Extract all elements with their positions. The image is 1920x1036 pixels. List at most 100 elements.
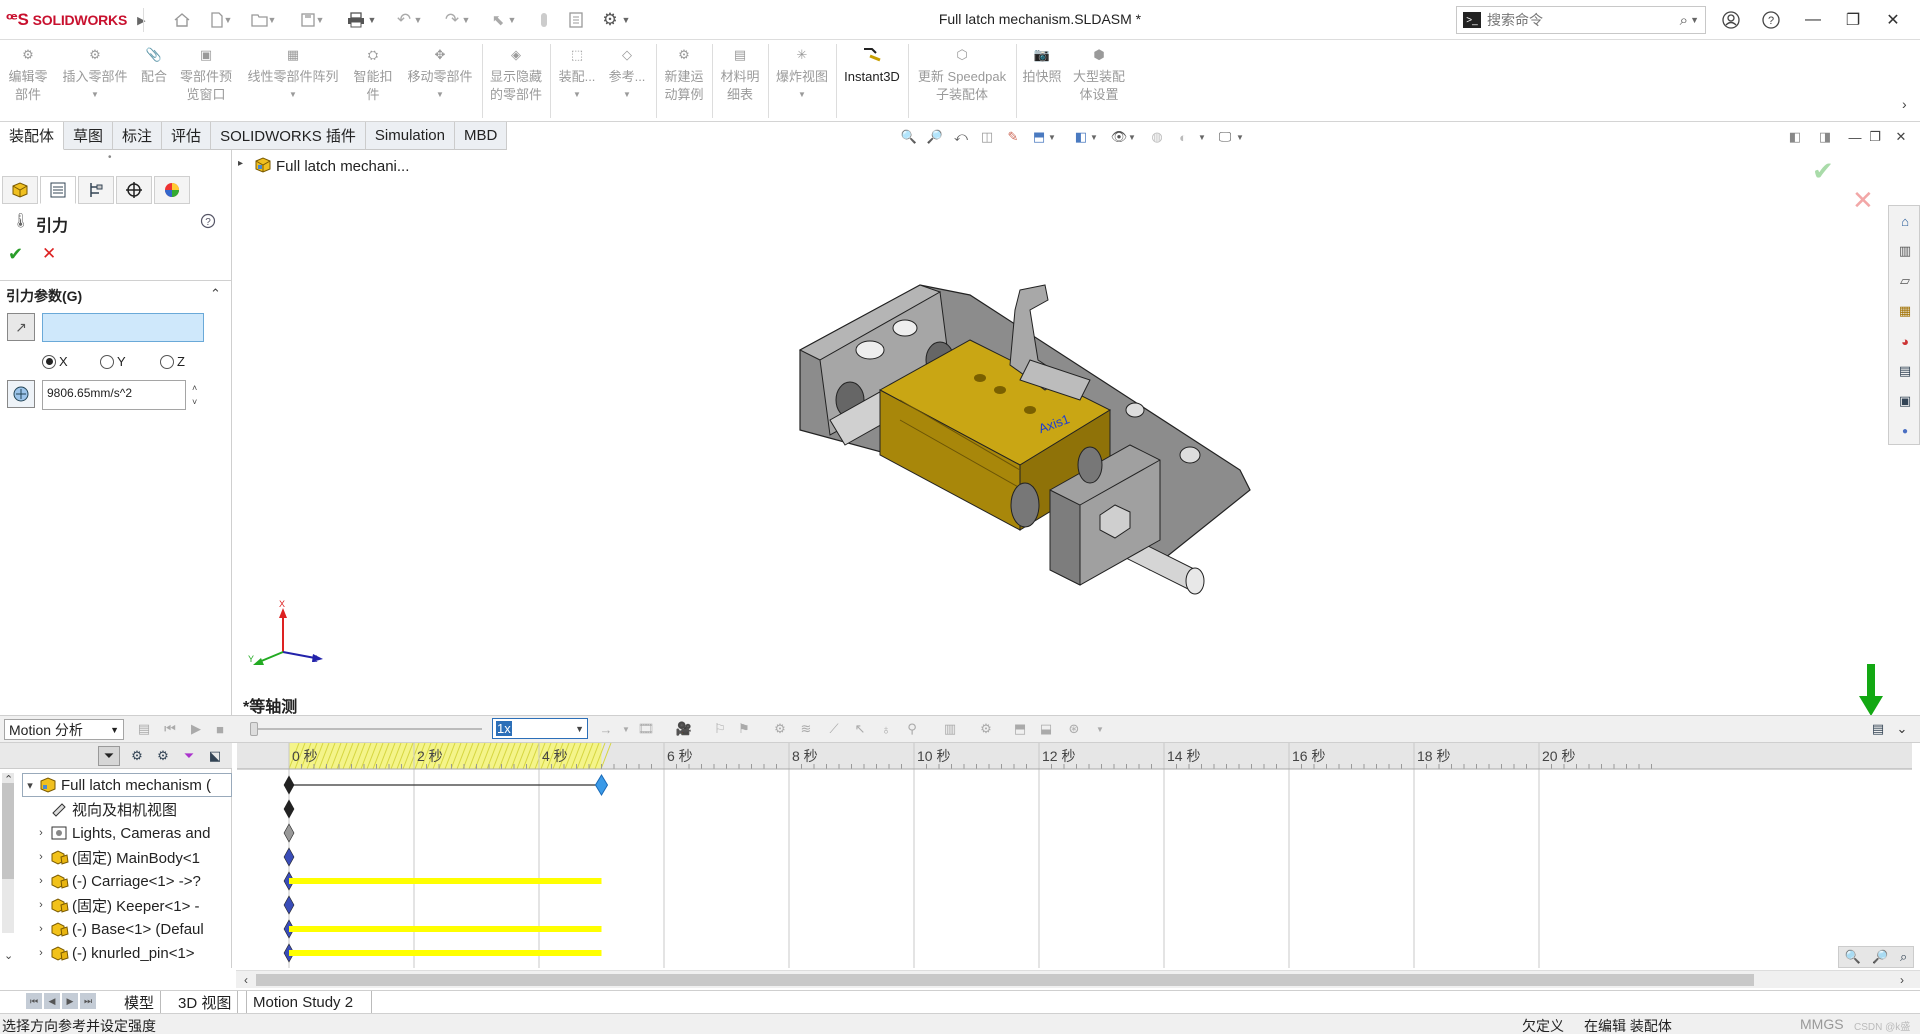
minimize-icon[interactable]: — — [1800, 8, 1826, 32]
section-view-icon[interactable]: ◫ — [976, 127, 998, 147]
view-settings-icon[interactable]: 🖵 — [1214, 127, 1236, 147]
home-icon[interactable] — [170, 8, 194, 32]
status-units[interactable]: MMGS — [1800, 1016, 1844, 1032]
file-explorer-icon[interactable]: ▱ — [1894, 270, 1916, 292]
tab-simulation[interactable]: Simulation — [366, 122, 455, 150]
scroll-left-icon[interactable]: ‹ — [244, 973, 248, 987]
ribbon-large-assembly[interactable]: ⬢大型装配体设置 — [1068, 44, 1130, 104]
spring-icon[interactable]: ≋ — [796, 720, 816, 738]
motion-timeline[interactable]: 0 秒2 秒4 秒6 秒8 秒10 秒12 秒14 秒16 秒18 秒20 秒 — [237, 743, 1912, 968]
next-tab-icon[interactable]: ▶ — [62, 993, 78, 1009]
help-icon[interactable]: ? — [200, 213, 216, 229]
tab-solidworks-addins[interactable]: SOLIDWORKS 插件 — [211, 122, 366, 150]
chevron-down-icon[interactable]: ▼ — [616, 720, 636, 738]
filter-driving-icon[interactable]: ⚙ — [126, 746, 148, 766]
ribbon-update-speedpak[interactable]: ⬡更新 Speedpak子装配体 — [912, 44, 1012, 104]
motion-panel-options-icon[interactable]: ▤ — [1868, 720, 1888, 738]
rebuild-icon[interactable] — [532, 8, 556, 32]
motion-tree-item[interactable]: ›(-) Base<1> (Defaul — [22, 917, 232, 941]
tab-assembly[interactable]: 装配体 — [0, 122, 64, 150]
damper-icon[interactable]: ⟋ — [824, 720, 844, 738]
viewport-tile-left-icon[interactable]: ◧ — [1784, 127, 1806, 147]
viewport-restore-icon[interactable]: ❐ — [1864, 127, 1886, 147]
motion-study-properties-icon[interactable]: ⚙ — [976, 720, 996, 738]
scroll-right-icon[interactable]: › — [1900, 973, 1904, 987]
calculate-icon[interactable]: ▤ — [134, 720, 154, 738]
task-pane-dot-icon[interactable]: ● — [1894, 420, 1916, 442]
autofit-icon[interactable]: ⬕ — [204, 746, 226, 766]
contact-icon[interactable]: ♁ — [876, 720, 896, 738]
file-properties-icon[interactable] — [564, 8, 588, 32]
motion-tree-item[interactable]: ›(固定) MainBody<1 — [22, 845, 232, 869]
options-gear-icon[interactable]: ⚙ — [598, 8, 622, 32]
scrollbar-thumb[interactable] — [256, 974, 1754, 986]
tab-evaluate[interactable]: 评估 — [162, 122, 211, 150]
print-icon[interactable] — [344, 8, 368, 32]
zoom-to-area-icon[interactable]: 🔎 — [924, 127, 946, 147]
radio-z[interactable]: Z — [160, 354, 185, 369]
view-palette-icon[interactable]: ▦ — [1894, 300, 1916, 322]
zoom-to-fit-icon[interactable]: 🔍 — [898, 127, 920, 147]
playback-speed-select[interactable]: 1x▼ — [492, 718, 588, 739]
force-icon[interactable]: ↖ — [850, 720, 870, 738]
ribbon-exploded-view[interactable]: ✳爆炸视图▼ — [772, 44, 832, 104]
filter-animated-icon[interactable]: ⏷ — [98, 746, 120, 766]
motion-tree-item[interactable]: ›Lights, Cameras and — [22, 821, 232, 845]
radio-x[interactable]: X — [42, 354, 68, 369]
spin-stepper-icon[interactable]: ˄˅ — [192, 381, 197, 409]
ribbon-insert-component[interactable]: ⚙插入零部件▼ — [58, 44, 132, 104]
chevron-down-icon[interactable]: ▼ — [620, 8, 632, 32]
ribbon-take-snapshot[interactable]: 📷拍快照 — [1020, 44, 1064, 86]
motion-tree-item[interactable]: ›(-) Carriage<1> ->? — [22, 869, 232, 893]
chevron-down-icon[interactable]: ▼ — [1090, 720, 1110, 738]
solidworks-forum-icon[interactable]: ▣ — [1894, 390, 1916, 412]
tree-expander-icon[interactable]: ▾ — [23, 779, 37, 792]
tab-mbd[interactable]: MBD — [455, 122, 507, 150]
tab-3d-views[interactable]: 3D 视图 — [172, 991, 238, 1013]
scroll-up-icon[interactable]: ⌃ — [4, 773, 13, 786]
ribbon-edit-component[interactable]: ⚙编辑零部件 — [6, 44, 50, 104]
timeline-keyframe[interactable] — [284, 776, 294, 794]
stop-icon[interactable]: ■ — [210, 720, 230, 738]
tree-expander-icon[interactable]: › — [34, 875, 48, 887]
ribbon-component-preview[interactable]: ▣零部件预览窗口 — [176, 44, 236, 104]
collapse-section-icon[interactable]: ⌃ — [210, 286, 221, 302]
chevron-down-icon[interactable]: ▼ — [1196, 127, 1208, 147]
prev-tab-icon[interactable]: ◀ — [44, 993, 60, 1009]
ribbon-smart-fasteners[interactable]: ⛭智能扣件 — [350, 44, 396, 104]
user-account-icon[interactable] — [1718, 8, 1744, 32]
search-icon[interactable]: ⌕ — [1680, 12, 1688, 29]
zoom-in-timeline-icon[interactable]: 🔎 — [1872, 949, 1888, 965]
tree-expander-icon[interactable]: › — [34, 899, 48, 911]
ribbon-assembly-features[interactable]: ⬚装配...▼ — [554, 44, 600, 104]
collapse-motion-manager-icon[interactable]: ⬒ — [1010, 720, 1030, 738]
chevron-down-icon[interactable]: ▼ — [412, 8, 424, 32]
tab-display-manager[interactable] — [154, 176, 190, 204]
chevron-down-icon[interactable]: ▼ — [314, 8, 326, 32]
chevron-down-icon[interactable]: ▼ — [506, 8, 518, 32]
motor-icon[interactable]: ⚙ — [770, 720, 790, 738]
ribbon-linear-pattern[interactable]: ▦线性零部件阵列▼ — [242, 44, 344, 104]
solidworks-resources-icon[interactable]: ⌂ — [1894, 210, 1916, 232]
gravity-value-input[interactable]: 9806.65mm/s^2 — [42, 380, 186, 410]
viewport-tile-right-icon[interactable]: ◨ — [1814, 127, 1836, 147]
scroll-down-icon[interactable]: ⌄ — [4, 949, 13, 962]
panel-grip-icon[interactable]: • — [108, 152, 112, 163]
copy-key-icon[interactable]: ⬓ — [1036, 720, 1056, 738]
chevron-down-icon[interactable]: ▼ — [1046, 127, 1058, 147]
search-box[interactable]: >_ ⌕ ▼ — [1456, 6, 1706, 34]
ribbon-reference-geometry[interactable]: ◇参考...▼ — [604, 44, 650, 104]
play-from-start-icon[interactable]: ⏮ — [160, 720, 180, 738]
tree-scrollbar[interactable] — [2, 773, 14, 933]
viewport-close-icon[interactable]: ✕ — [1890, 127, 1912, 147]
tab-configuration-manager[interactable] — [78, 176, 114, 204]
tree-expander-icon[interactable]: › — [34, 923, 48, 935]
confirm-corner-check-icon[interactable]: ✔ — [1812, 156, 1834, 187]
add-key-icon[interactable]: ⚑ — [734, 720, 754, 738]
tab-sketch[interactable]: 草图 — [64, 122, 113, 150]
interpolation-mode-icon[interactable]: ⊛ — [1064, 720, 1084, 738]
motion-tree-item[interactable]: ›(固定) Keeper<1> - — [22, 893, 232, 917]
results-plots-icon[interactable]: ▥ — [940, 720, 960, 738]
filter-selected-icon[interactable]: ⚙ — [152, 746, 174, 766]
timeline-end-keyframe[interactable] — [596, 775, 608, 795]
